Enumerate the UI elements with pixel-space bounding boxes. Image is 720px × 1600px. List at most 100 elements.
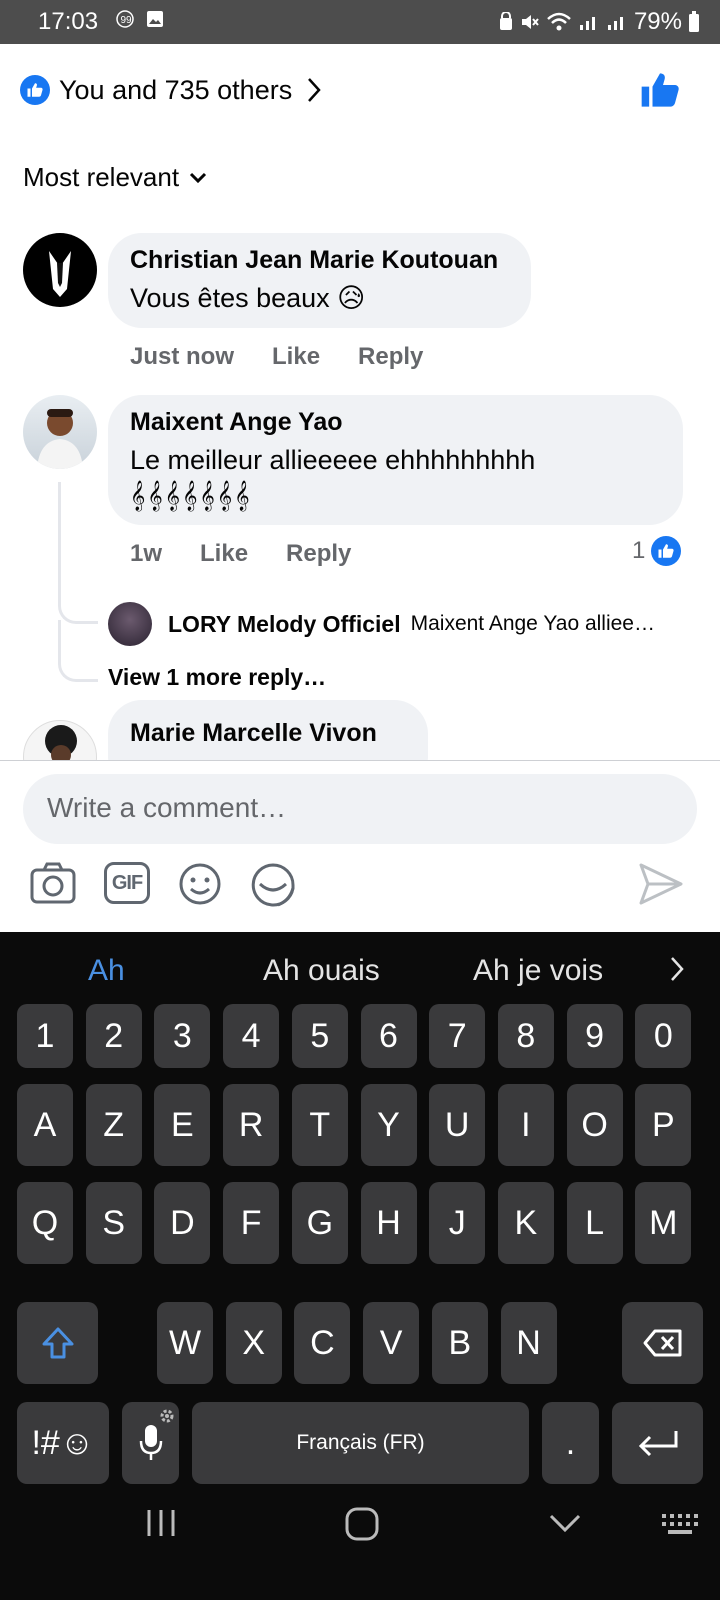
suggestion-item[interactable]: Ah je vois	[473, 954, 603, 988]
chevron-down-icon	[190, 172, 207, 183]
like-reaction-badge	[651, 536, 682, 566]
number-key[interactable]: 1	[17, 1004, 73, 1068]
comment-text: Le meilleur allieeeee ehhhhhhhhh	[130, 445, 536, 475]
send-icon[interactable]	[638, 862, 684, 906]
suggestion-item[interactable]: Ah ouais	[263, 954, 380, 988]
number-key[interactable]: 4	[223, 1004, 280, 1068]
comment-bubble[interactable]: Marie Marcelle Vivon	[108, 700, 428, 760]
number-key[interactable]: 2	[85, 1004, 142, 1068]
letter-key[interactable]: M	[635, 1182, 692, 1264]
suggestion-item[interactable]: Ah	[88, 954, 125, 988]
like-button[interactable]: Like	[200, 540, 248, 568]
letter-key[interactable]: J	[429, 1182, 486, 1264]
symbols-key[interactable]: !#☺	[17, 1402, 109, 1484]
number-key[interactable]: 0	[635, 1004, 692, 1068]
reply-button[interactable]: Reply	[358, 343, 423, 371]
avatar[interactable]	[23, 233, 97, 307]
like-button[interactable]: Like	[272, 343, 320, 371]
smiley-icon[interactable]	[178, 862, 222, 906]
number-key[interactable]: 9	[566, 1004, 623, 1068]
comment-input[interactable]: Write a comment…	[23, 774, 697, 844]
letter-key[interactable]: L	[566, 1182, 623, 1264]
letter-key[interactable]: V	[363, 1302, 420, 1384]
period-key[interactable]: .	[542, 1402, 599, 1484]
letter-key[interactable]: W	[157, 1302, 213, 1384]
battery-icon	[689, 11, 699, 32]
letter-key[interactable]: A	[17, 1084, 73, 1166]
partial-comment: Marie Marcelle Vivon	[0, 700, 720, 760]
reply-button[interactable]: Reply	[286, 540, 351, 568]
home-icon[interactable]	[344, 1506, 380, 1542]
image-notification-icon	[147, 11, 163, 27]
comment-author[interactable]: Christian Jean Marie Koutouan	[130, 246, 509, 275]
letter-key[interactable]: D	[154, 1182, 211, 1264]
letter-key[interactable]: Q	[17, 1182, 73, 1264]
quote-notification-icon: 99	[116, 10, 134, 28]
like-icon[interactable]	[640, 70, 680, 110]
letter-key[interactable]: Z	[85, 1084, 142, 1166]
letter-key[interactable]: O	[566, 1084, 623, 1166]
shift-key[interactable]	[17, 1302, 98, 1384]
status-time: 17:03	[38, 8, 99, 35]
keyboard: Ah Ah ouais Ah je vois 1234567890 AZERTY…	[0, 932, 720, 1600]
letter-key[interactable]: B	[431, 1302, 488, 1384]
letter-key[interactable]: T	[291, 1084, 348, 1166]
person-avatar-icon	[45, 725, 77, 760]
letter-key[interactable]: U	[429, 1084, 486, 1166]
letter-key[interactable]: Y	[360, 1084, 417, 1166]
letter-key[interactable]: N	[500, 1302, 557, 1384]
enter-key[interactable]	[612, 1402, 703, 1484]
like-icon	[27, 83, 43, 97]
backspace-key[interactable]	[622, 1302, 703, 1384]
reply-author[interactable]: LORY Melody Officiel	[168, 611, 401, 638]
like-reaction-badge	[20, 75, 50, 105]
space-key[interactable]: Français (FR)	[192, 1402, 529, 1484]
sticker-icon[interactable]	[250, 862, 296, 908]
comment-author[interactable]: Marie Marcelle Vivon	[130, 719, 406, 748]
sort-label: Most relevant	[23, 162, 180, 192]
comment-bubble[interactable]: Maixent Ange Yao Le meilleur allieeeee e…	[108, 395, 683, 525]
comment-like-count[interactable]: 1	[632, 536, 682, 566]
svg-text:99: 99	[121, 15, 133, 26]
comment-music-emojis: 𝄞𝄞𝄞𝄞𝄞𝄞𝄞	[130, 480, 252, 510]
keyboard-icon[interactable]	[660, 1510, 700, 1538]
chevron-down-icon[interactable]	[548, 1512, 582, 1536]
letter-key[interactable]: F	[223, 1182, 280, 1264]
comment-bubble[interactable]: Christian Jean Marie Koutouan Vous êtes …	[108, 233, 531, 328]
letter-key[interactable]: G	[291, 1182, 348, 1264]
camera-icon[interactable]	[30, 862, 76, 904]
thread-line	[58, 620, 98, 682]
letter-key[interactable]: S	[85, 1182, 142, 1264]
avatar[interactable]	[23, 395, 97, 469]
reply-preview[interactable]: LORY Melody Officiel Maixent Ange Yao al…	[108, 602, 698, 646]
gear-icon[interactable]	[159, 1408, 175, 1424]
shift-icon	[42, 1327, 73, 1359]
letter-key[interactable]: I	[497, 1084, 554, 1166]
comment-author[interactable]: Maixent Ange Yao	[130, 408, 661, 437]
number-key[interactable]: 7	[429, 1004, 486, 1068]
letter-key[interactable]: P	[635, 1084, 692, 1166]
view-more-replies[interactable]: View 1 more reply…	[108, 664, 326, 691]
reactions-text: You and 735 others	[59, 74, 293, 105]
number-key[interactable]: 5	[291, 1004, 348, 1068]
thread-line	[58, 482, 98, 624]
avatar[interactable]	[108, 602, 152, 646]
number-key[interactable]: 3	[154, 1004, 211, 1068]
person-avatar-icon	[37, 409, 83, 469]
sort-dropdown[interactable]: Most relevant	[23, 162, 207, 193]
letter-key[interactable]: E	[154, 1084, 211, 1166]
letter-key[interactable]: K	[497, 1182, 554, 1264]
chevron-right-icon[interactable]	[670, 956, 684, 982]
number-key[interactable]: 8	[497, 1004, 554, 1068]
number-key[interactable]: 6	[360, 1004, 417, 1068]
letter-key[interactable]: X	[225, 1302, 282, 1384]
reactions-summary[interactable]: You and 735 others	[20, 70, 322, 110]
letter-key[interactable]: R	[223, 1084, 280, 1166]
signal-icon	[607, 17, 623, 30]
like-count: 1	[632, 537, 646, 564]
letter-key[interactable]: C	[294, 1302, 351, 1384]
avatar[interactable]	[23, 720, 97, 760]
recent-apps-icon[interactable]	[144, 1506, 178, 1540]
gif-icon[interactable]: GIF	[104, 862, 150, 904]
letter-key[interactable]: H	[360, 1182, 417, 1264]
